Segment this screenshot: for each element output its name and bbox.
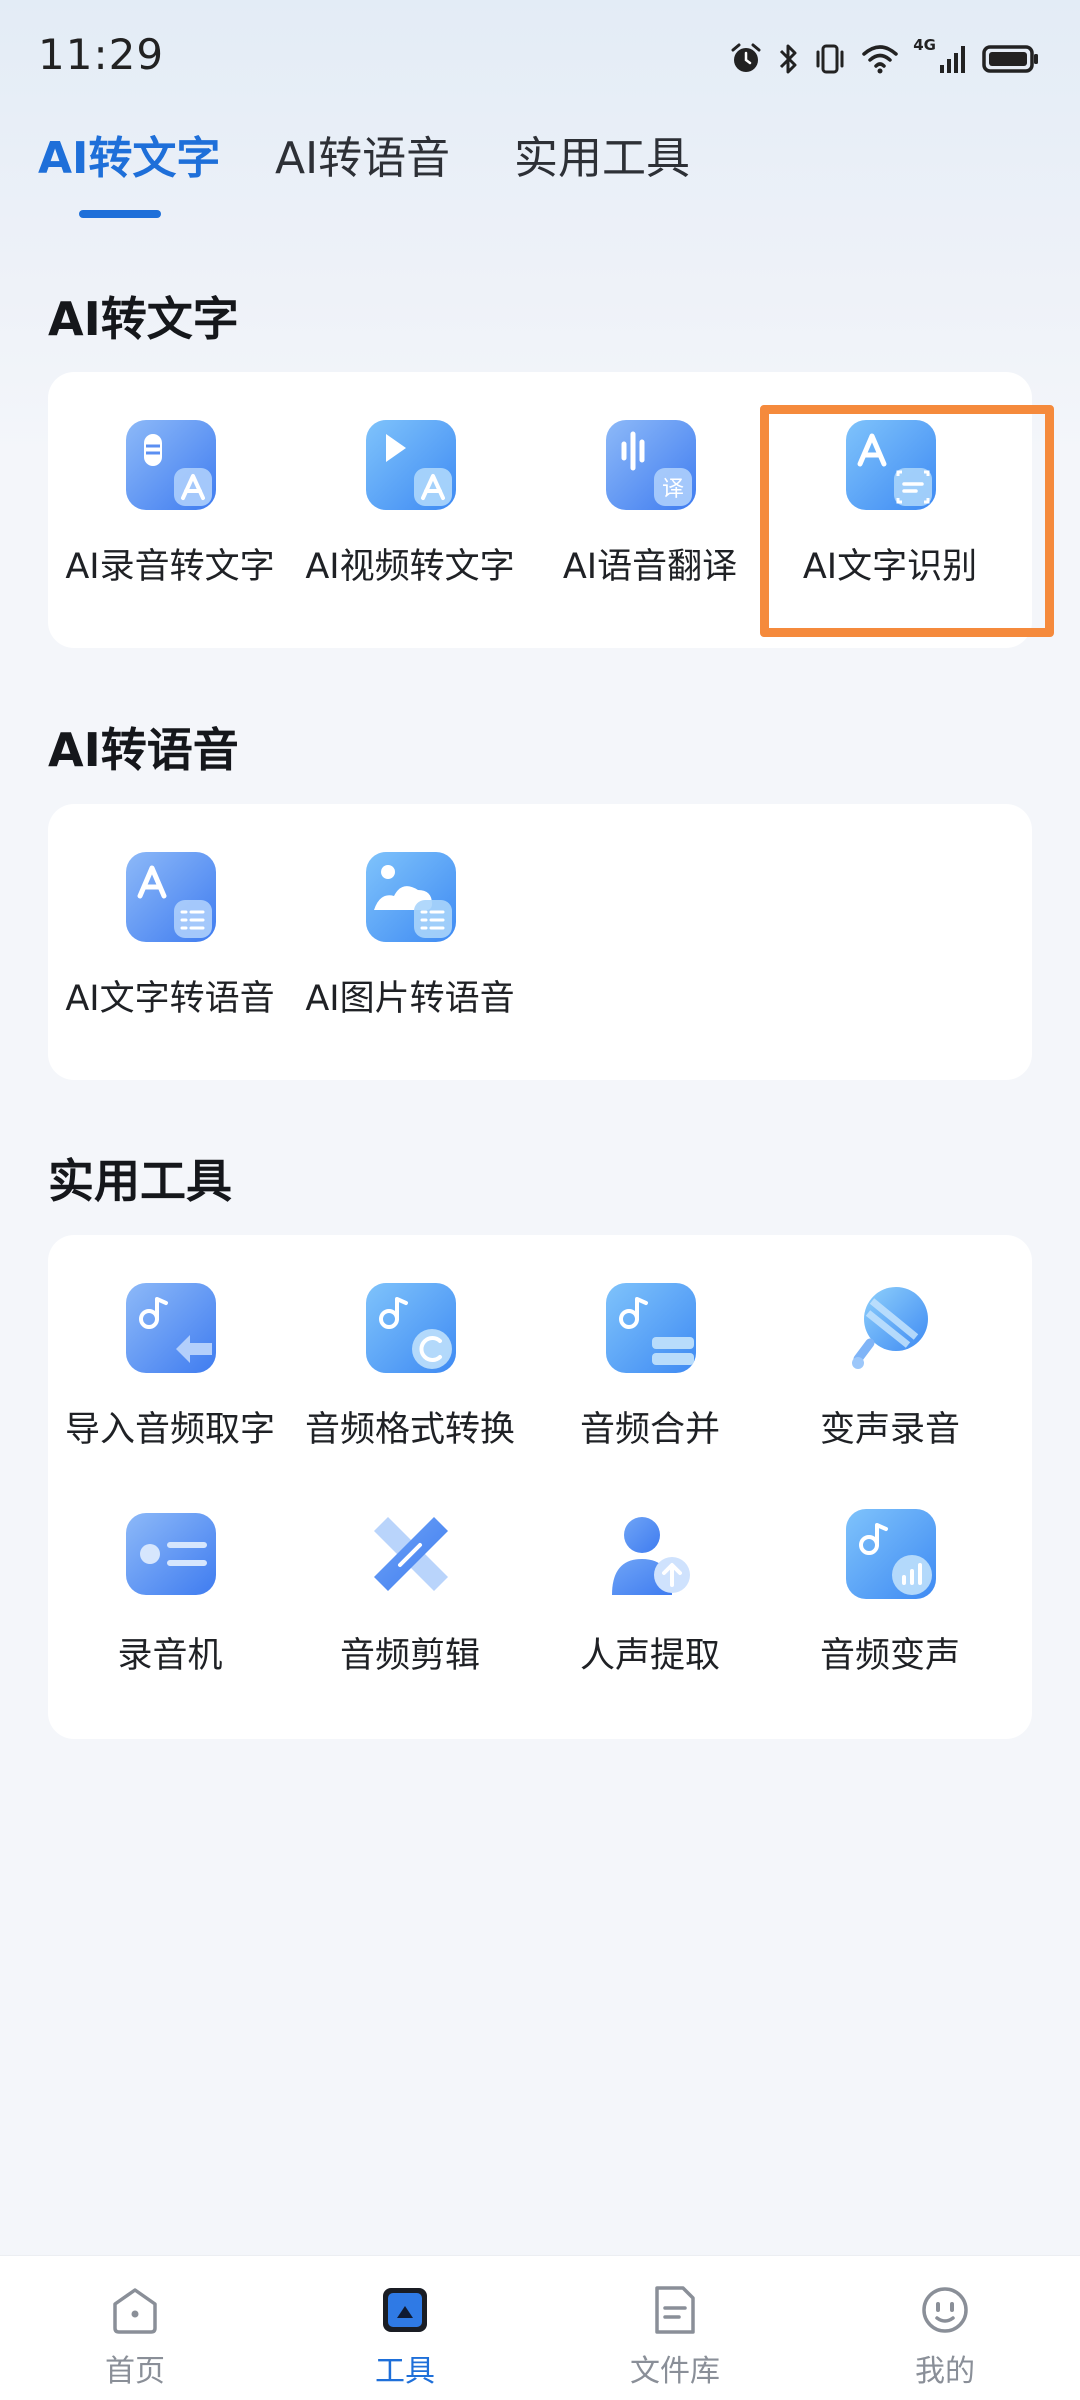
profile-icon [922,2287,968,2333]
tool-label: AI录音转文字 [65,547,275,587]
wifi-icon [862,45,898,74]
voice-translate-icon: 译 [606,420,696,510]
tab-ai-to-text[interactable]: AI转文字 [38,122,220,186]
network-type: 4G [913,36,936,54]
nav-home[interactable]: 首页 [65,2284,205,2394]
tool-ai-image-to-speech[interactable]: AI图片转语音 [290,852,530,1042]
translate-badge: 译 [662,477,684,502]
tool-vocal-extract[interactable]: 人声提取 [530,1509,770,1699]
nav-label: 我的 [915,2354,975,2389]
tool-label: 录音机 [117,1636,223,1676]
tool-ai-video-to-text[interactable]: AI视频转文字 [290,420,530,610]
image-to-speech-icon [366,852,456,942]
section-title-ai-to-text: AI转文字 [48,292,239,346]
status-icons: 4G [729,36,1040,82]
tool-import-audio-to-text[interactable]: 导入音频取字 [50,1283,290,1473]
tool-label: 音频格式转换 [304,1410,515,1450]
section-title-utilities: 实用工具 [48,1154,232,1208]
tool-label: AI语音翻译 [562,547,738,587]
vibrate-icon [816,44,844,74]
tool-label: AI文字转语音 [65,979,275,1019]
battery-icon [982,45,1038,73]
status-time: 11:29 [38,30,165,79]
tools-screen: 11:29 4G AI转文字 AI转语音 实用工具 AI转文字 AI录音转文字 … [0,0,1080,2400]
tools-icon [383,2288,427,2332]
tool-label: AI视频转文字 [305,547,515,587]
audio-edit-icon [374,1517,448,1591]
nav-tools[interactable]: 工具 [335,2284,475,2394]
audio-voice-change-icon [846,1509,936,1599]
bottom-navigation: 首页 工具 文件库 我的 [0,2255,1080,2400]
nav-label: 工具 [375,2354,435,2389]
audio-merge-icon [606,1283,696,1373]
bluetooth-icon [780,44,797,74]
tool-label: 音频变声 [819,1636,960,1676]
tool-label: 音频合并 [579,1410,720,1450]
utilities-card: 导入音频取字 音频格式转换 音频合并 变声录音 录音机 音频剪辑 人声提取 音频… [48,1235,1032,1739]
tool-label: 导入音频取字 [64,1410,275,1450]
file-library-icon [655,2286,695,2334]
nav-profile[interactable]: 我的 [875,2284,1015,2394]
vocal-extract-icon [612,1517,690,1595]
tool-audio-merge[interactable]: 音频合并 [530,1283,770,1473]
section-title-ai-to-speech: AI转语音 [48,723,239,777]
tool-ai-text-to-speech[interactable]: AI文字转语音 [50,852,290,1042]
tool-label: AI图片转语音 [305,979,515,1019]
tool-recorder[interactable]: 录音机 [50,1509,290,1699]
tab-utilities[interactable]: 实用工具 [514,122,690,186]
tab-ai-to-speech[interactable]: AI转语音 [275,122,450,186]
tool-audio-format-convert[interactable]: 音频格式转换 [290,1283,530,1473]
tool-ai-voice-translate[interactable]: 译 AI语音翻译 [530,420,770,610]
home-icon [113,2288,157,2334]
tool-label: 音频剪辑 [339,1636,480,1676]
audio-convert-icon [366,1283,456,1373]
tool-audio-voice-change[interactable]: 音频变声 [770,1509,1010,1699]
category-tabs: AI转文字 AI转语音 实用工具 [0,110,1080,220]
tool-label: 人声提取 [579,1636,720,1676]
mic-to-text-icon [126,420,216,510]
signal-icon [940,46,965,73]
ai-to-speech-card: AI文字转语音 AI图片转语音 [48,804,1032,1080]
tool-label: 变声录音 [819,1410,960,1450]
tool-voice-change-record[interactable]: 变声录音 [770,1283,1010,1473]
active-tab-indicator [79,210,161,218]
video-to-text-icon [366,420,456,510]
text-to-speech-icon [126,852,216,942]
tool-audio-edit[interactable]: 音频剪辑 [290,1509,530,1699]
nav-file-library[interactable]: 文件库 [605,2284,745,2394]
tool-ai-recording-to-text[interactable]: AI录音转文字 [50,420,290,610]
voice-change-record-icon [852,1287,928,1369]
status-bar: 11:29 4G [0,0,1080,115]
alarm-icon [731,43,761,72]
highlight-frame [760,405,1054,637]
recorder-icon [126,1513,216,1595]
import-audio-icon [126,1283,216,1373]
nav-label: 首页 [105,2354,165,2389]
nav-label: 文件库 [630,2354,720,2389]
